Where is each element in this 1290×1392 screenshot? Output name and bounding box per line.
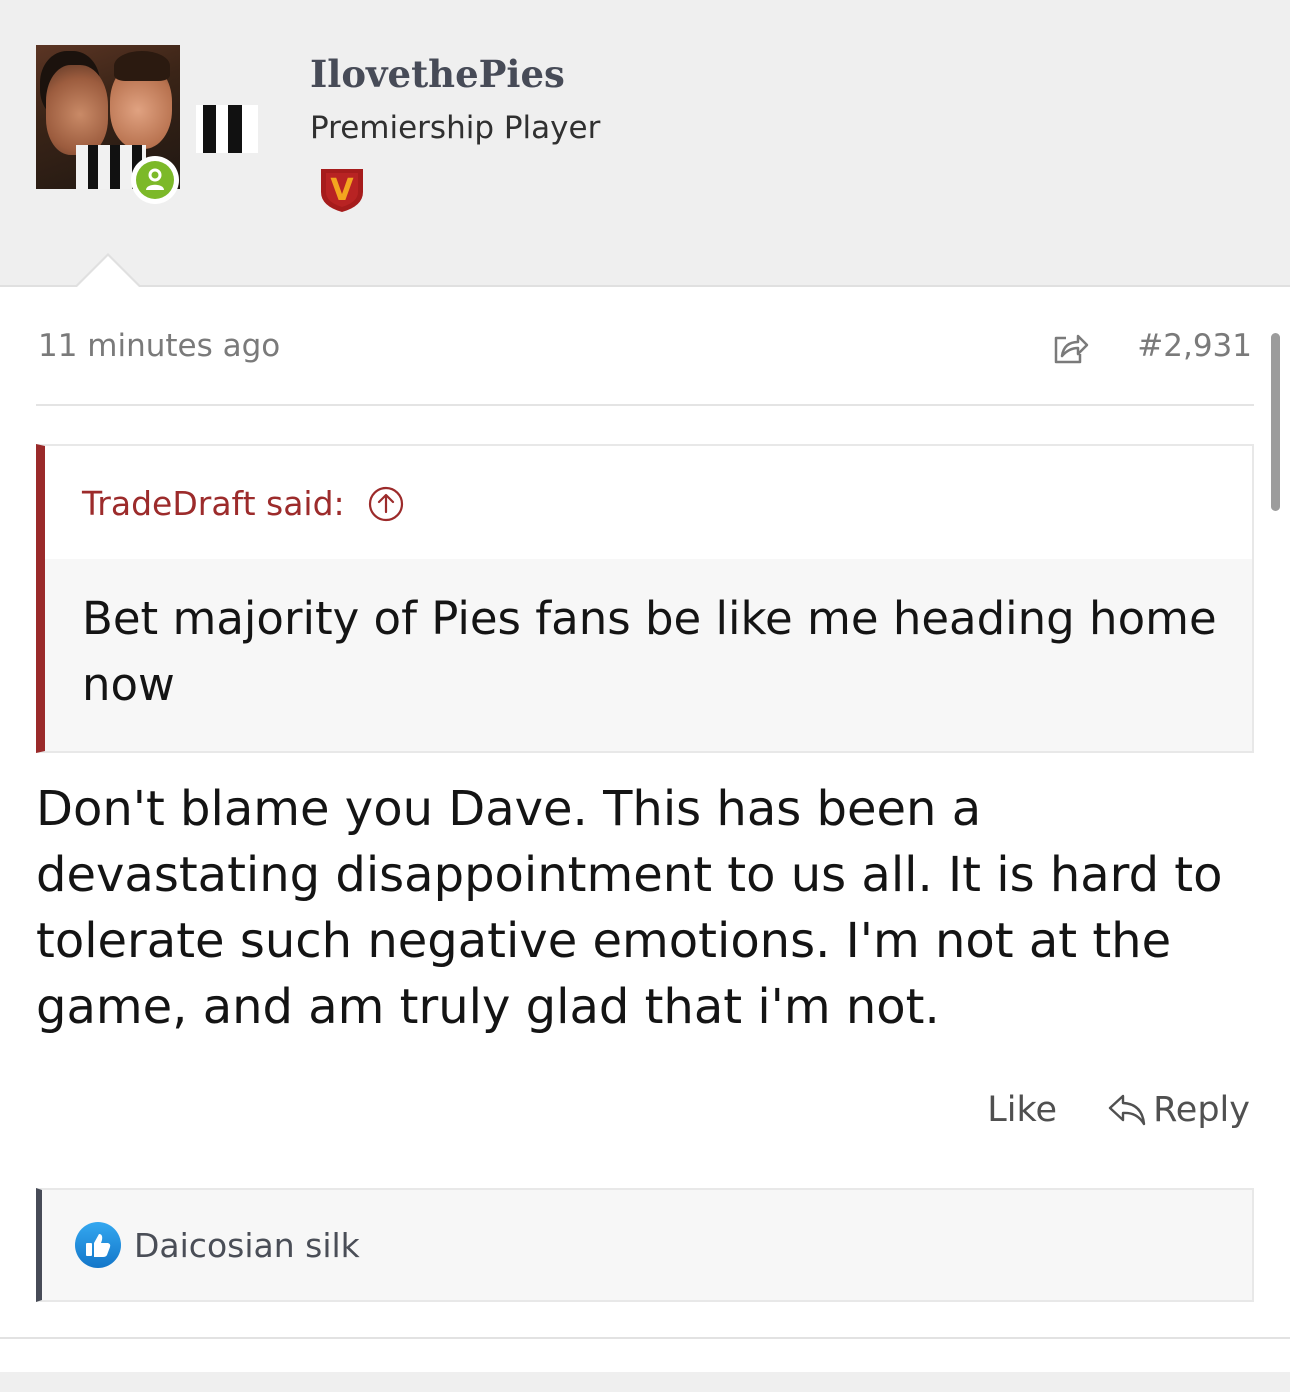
next-post-band <box>0 1372 1290 1392</box>
quote-author-label: TradeDraft said: <box>82 484 345 523</box>
header-pointer <box>74 253 142 288</box>
quote-header: TradeDraft said: <box>45 446 1252 559</box>
reply-button[interactable]: Reply <box>1107 1090 1250 1130</box>
post-number-link[interactable]: #2,931 <box>1137 328 1252 364</box>
svg-text:V: V <box>330 173 354 208</box>
post-timestamp[interactable]: 11 minutes ago <box>38 328 280 364</box>
quote-attribution[interactable]: TradeDraft said: <box>82 484 405 523</box>
username[interactable]: IlovethePies <box>310 52 565 96</box>
thumbs-up-icon <box>75 1222 121 1268</box>
online-status-icon <box>131 156 179 204</box>
share-icon[interactable] <box>1050 328 1090 368</box>
user-title: Premiership Player <box>310 110 601 146</box>
quote-text: Bet majority of Pies fans be like me hea… <box>82 592 1217 711</box>
reply-icon <box>1108 1094 1146 1126</box>
v-badge-icon: V <box>321 169 363 212</box>
reactions-bar: Daicosian silk <box>36 1188 1254 1302</box>
post-divider <box>0 1337 1290 1339</box>
team-flag-icon <box>196 105 258 153</box>
jump-to-quote-icon[interactable] <box>367 485 405 523</box>
post-actions: Like Reply <box>987 1090 1250 1130</box>
post-user-header: IlovethePies Premiership Player V <box>0 0 1290 287</box>
reply-label: Reply <box>1153 1090 1250 1130</box>
reaction-user-list[interactable]: Daicosian silk <box>134 1226 360 1265</box>
quote-block: TradeDraft said: Bet majority of Pies fa… <box>36 444 1254 753</box>
post-meta-row: 11 minutes ago #2,931 <box>36 320 1254 406</box>
post-body-text: Don't blame you Dave. This has been a de… <box>36 781 1223 1035</box>
like-button[interactable]: Like <box>987 1090 1057 1130</box>
scrollbar[interactable] <box>1271 333 1280 511</box>
